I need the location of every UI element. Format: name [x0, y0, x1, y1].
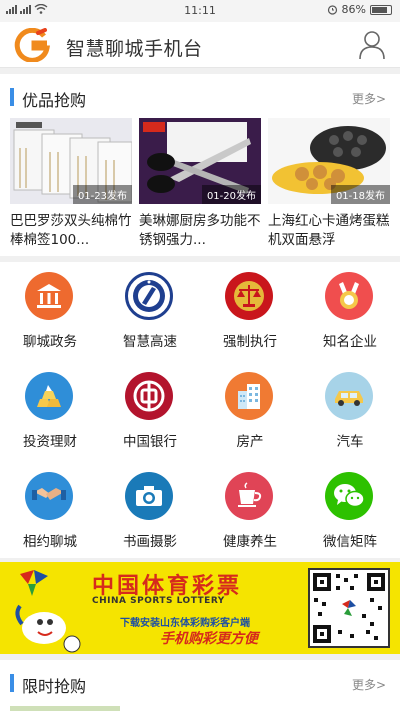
section-accent-bar [10, 88, 14, 106]
grid-label: 智慧高速 [123, 334, 177, 350]
app-logo-icon [14, 28, 50, 62]
grid-item-enforcement[interactable]: 强制执行 [200, 262, 300, 362]
highway-emblem-icon [125, 272, 173, 320]
grid-label: 知名企业 [323, 334, 377, 350]
grid-item-photo[interactable]: 书画摄影 [100, 462, 200, 562]
bank-of-china-icon [125, 372, 173, 420]
flash-sale-section: 优品抢购 更多> 01-23发布 巴巴罗莎双头纯棉竹棒棉签100... 01-2… [0, 74, 400, 256]
grid-label: 相约聊城 [23, 534, 77, 550]
qr-code-icon [308, 568, 390, 648]
grid-label: 中国银行 [123, 434, 177, 450]
banner-slogan: 手机购彩更方便 [160, 631, 258, 647]
product-list: 01-23发布 巴巴罗莎双头纯棉竹棒棉签100... 01-20发布 美琳娜厨房… [0, 118, 400, 266]
product-name: 上海红心卡通烤蛋糕机双面悬浮 [268, 213, 390, 248]
car-icon [325, 372, 373, 420]
handshake-icon [25, 472, 73, 520]
lottery-banner[interactable]: 中国体育彩票 CHINA SPORTS LOTTERY 下载安装山东体彩购彩客户… [0, 562, 400, 654]
court-scales-icon [225, 272, 273, 320]
more-link[interactable]: 更多> [352, 90, 386, 107]
grid-item-enterprise[interactable]: 知名企业 [300, 262, 400, 362]
grid-item-government[interactable]: 聊城政务 [0, 262, 100, 362]
user-profile-icon[interactable] [358, 30, 386, 60]
lottery-mascot-icon [15, 570, 81, 653]
grid-label: 强制执行 [223, 334, 277, 350]
grid-item-boc[interactable]: 中国银行 [100, 362, 200, 462]
grid-item-investment[interactable]: 投资理财 [0, 362, 100, 462]
product-image-cake-maker: 01-18发布 [268, 118, 390, 204]
product-image-cotton-swabs: 01-23发布 [10, 118, 132, 204]
app-header: 智慧聊城手机台 [0, 22, 400, 68]
grid-label: 健康养生 [223, 534, 277, 550]
section-title: 限时抢购 [22, 677, 87, 696]
award-medal-icon [325, 272, 373, 320]
product-card[interactable]: 01-18发布 上海红心卡通烤蛋糕机双面悬浮 [268, 118, 390, 250]
grid-item-meetup[interactable]: 相约聊城 [0, 462, 100, 562]
wechat-icon [325, 472, 373, 520]
battery-icon [370, 4, 392, 15]
service-grid: 聊城政务 智慧高速 强制执行 知名企业 投资理财 中国银行 房产 汽车 相约聊城… [0, 262, 400, 558]
grid-label: 微信矩阵 [323, 534, 377, 550]
grid-label: 聊城政务 [23, 334, 77, 350]
product-name: 美琳娜厨房多功能不锈钢强力... [139, 213, 261, 248]
product-card[interactable]: 01-23发布 巴巴罗莎双头纯棉竹棒棉签100... [10, 118, 132, 250]
product-image-scissors: 01-20发布 [139, 118, 261, 204]
status-bar: 11:11 86% [0, 0, 400, 22]
more-link[interactable]: 更多> [352, 676, 386, 693]
grid-item-realestate[interactable]: 房产 [200, 362, 300, 462]
grid-item-health[interactable]: 健康养生 [200, 462, 300, 562]
banner-download-text: 下载安装山东体彩购彩客户端 [120, 618, 250, 629]
grid-item-wechat[interactable]: 微信矩阵 [300, 462, 400, 562]
publish-date: 01-23发布 [72, 185, 132, 204]
camera-icon [125, 472, 173, 520]
building-icon [225, 372, 273, 420]
grid-label: 书画摄影 [123, 534, 177, 550]
gold-bars-icon [25, 372, 73, 420]
battery-percent: 86% [341, 3, 366, 16]
section-title: 优品抢购 [22, 91, 87, 110]
tea-cup-icon [225, 472, 273, 520]
limited-sale-section: 限时抢购 更多> [0, 660, 400, 711]
grid-label: 房产 [236, 434, 264, 450]
product-name: 巴巴罗莎双头纯棉竹棒棉签100... [10, 213, 132, 248]
publish-date: 01-20发布 [201, 185, 261, 204]
publish-date: 01-18发布 [330, 185, 390, 204]
section-header: 限时抢购 更多> [0, 660, 400, 704]
grid-item-highway[interactable]: 智慧高速 [100, 262, 200, 362]
section-header: 优品抢购 更多> [0, 74, 400, 118]
grid-item-auto[interactable]: 汽车 [300, 362, 400, 462]
government-building-icon [25, 272, 73, 320]
product-card[interactable]: 01-20发布 美琳娜厨房多功能不锈钢强力... [139, 118, 261, 250]
grid-label: 汽车 [336, 434, 364, 450]
app-title: 智慧聊城手机台 [66, 38, 203, 60]
grid-label: 投资理财 [23, 434, 77, 450]
banner-subtitle: CHINA SPORTS LOTTERY [92, 596, 225, 606]
section-accent-bar [10, 674, 14, 692]
status-right: 86% [327, 3, 392, 16]
product-thumbnail-partial [10, 706, 120, 711]
alarm-icon [327, 5, 337, 15]
